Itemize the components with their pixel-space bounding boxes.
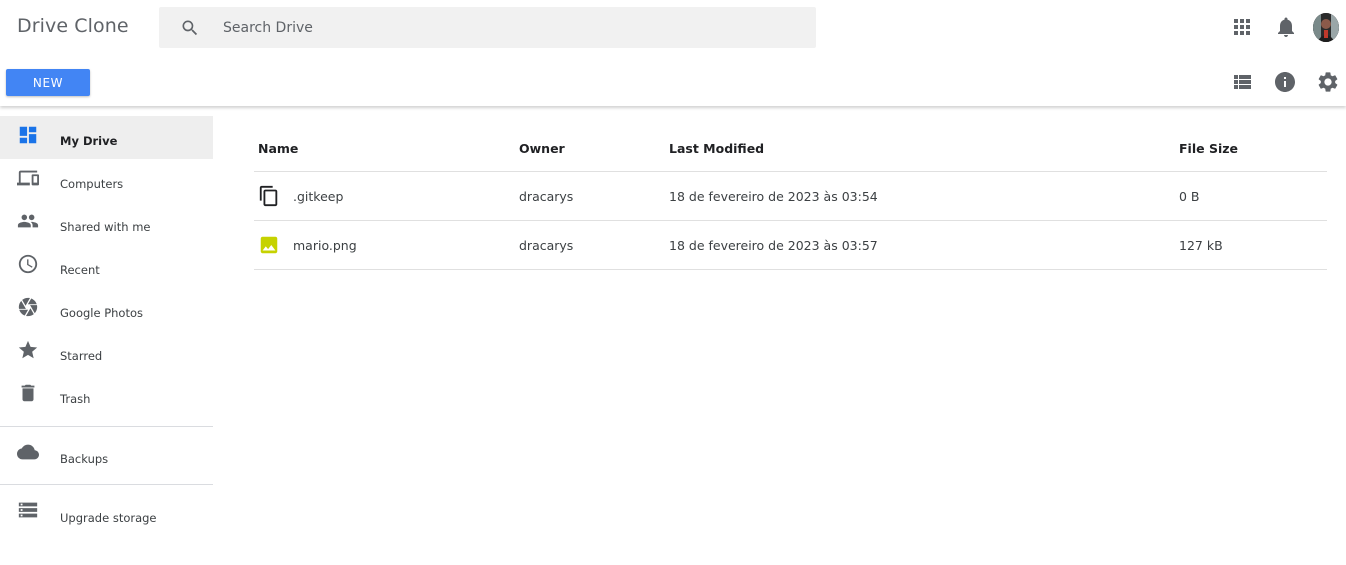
star-icon — [18, 340, 38, 359]
my-drive-icon — [19, 126, 37, 144]
file-last-modified: 18 de fevereiro de 2023 às 03:57 — [669, 238, 878, 253]
sidebar-item-label: Google Photos — [60, 306, 144, 320]
sidebar-item-backups[interactable]: Backups — [0, 427, 213, 484]
app-title[interactable]: Drive Clone — [17, 15, 129, 37]
table-row[interactable]: mario.png dracarys 18 de fevereiro de 20… — [254, 221, 1327, 270]
file-size: 127 kB — [1179, 238, 1223, 253]
file-last-modified: 18 de fevereiro de 2023 às 03:54 — [669, 189, 878, 204]
file-owner: dracarys — [519, 189, 574, 204]
trash-icon — [21, 384, 35, 402]
sidebar-item-label: Computers — [60, 177, 124, 191]
gear-icon[interactable] — [1316, 70, 1340, 94]
sidebar-item-label: Recent — [60, 263, 100, 277]
new-button[interactable]: NEW — [6, 69, 90, 96]
sidebar-item-recent[interactable]: Recent — [0, 245, 213, 288]
file-size: 0 B — [1179, 189, 1200, 204]
sidebar-item-shared-with-me[interactable]: Shared with me — [0, 202, 213, 245]
column-header-owner[interactable]: Owner — [519, 141, 565, 156]
sidebar-item-label: Backups — [60, 452, 109, 466]
search-icon[interactable] — [180, 18, 200, 38]
sidebar-item-label: Upgrade storage — [60, 511, 157, 525]
bell-icon[interactable] — [1274, 15, 1298, 39]
file-owner: dracarys — [519, 238, 574, 253]
info-icon[interactable] — [1273, 70, 1297, 94]
sidebar-item-label: Shared with me — [60, 220, 151, 234]
column-header-file-size[interactable]: File Size — [1179, 141, 1238, 156]
table-header-row: Name Owner Last Modified File Size — [254, 125, 1327, 172]
file-name[interactable]: .gitkeep — [293, 189, 343, 204]
search-bar[interactable] — [159, 7, 816, 48]
apps-grid-icon[interactable] — [1230, 15, 1254, 39]
table-row[interactable]: .gitkeep dracarys 18 de fevereiro de 202… — [254, 172, 1327, 221]
avatar[interactable] — [1313, 13, 1339, 42]
people-icon — [17, 214, 39, 228]
sidebar-item-computers[interactable]: Computers — [0, 159, 213, 202]
computers-icon — [17, 170, 39, 186]
storage-icon — [18, 502, 38, 518]
sidebar-item-starred[interactable]: Starred — [0, 331, 213, 374]
sidebar-item-upgrade-storage[interactable]: Upgrade storage — [0, 485, 213, 542]
sidebar-item-label: Trash — [60, 392, 91, 406]
sidebar-item-label: My Drive — [60, 134, 118, 148]
file-name[interactable]: mario.png — [293, 238, 357, 253]
sidebar: My Drive Computers Shared with me Recent… — [0, 116, 213, 542]
column-header-last-modified[interactable]: Last Modified — [669, 141, 764, 156]
search-input[interactable] — [223, 7, 783, 48]
photos-icon — [18, 297, 38, 317]
list-view-icon[interactable] — [1230, 70, 1254, 94]
clock-icon — [18, 254, 38, 274]
column-header-name[interactable]: Name — [258, 141, 298, 156]
sidebar-item-my-drive[interactable]: My Drive — [0, 116, 213, 159]
sidebar-item-trash[interactable]: Trash — [0, 374, 213, 426]
sidebar-item-google-photos[interactable]: Google Photos — [0, 288, 213, 331]
app-header: Drive Clone NEW — [0, 0, 1346, 106]
user-avatar-image — [1313, 13, 1339, 42]
file-table: Name Owner Last Modified File Size .gitk… — [254, 125, 1327, 270]
sidebar-item-label: Starred — [60, 349, 103, 363]
image-icon — [260, 236, 278, 254]
cloud-icon — [17, 444, 39, 460]
file-copy-icon — [259, 185, 278, 207]
